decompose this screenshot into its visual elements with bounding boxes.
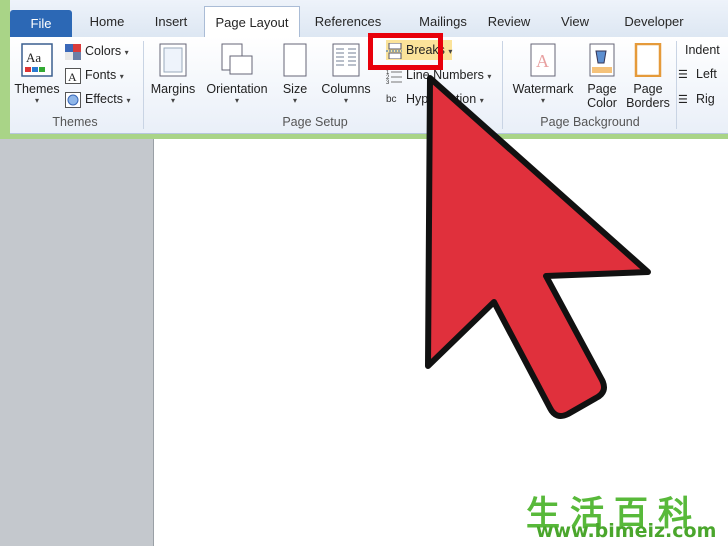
- screenshot-root: { "tabs": ["File","Home","Insert","Page …: [0, 0, 728, 546]
- pointer-arrow-icon: [425, 75, 651, 419]
- watermark-url: www.bimeiz.com: [536, 520, 717, 542]
- site-watermark: 生活百科 www.bimeiz.com: [526, 486, 722, 542]
